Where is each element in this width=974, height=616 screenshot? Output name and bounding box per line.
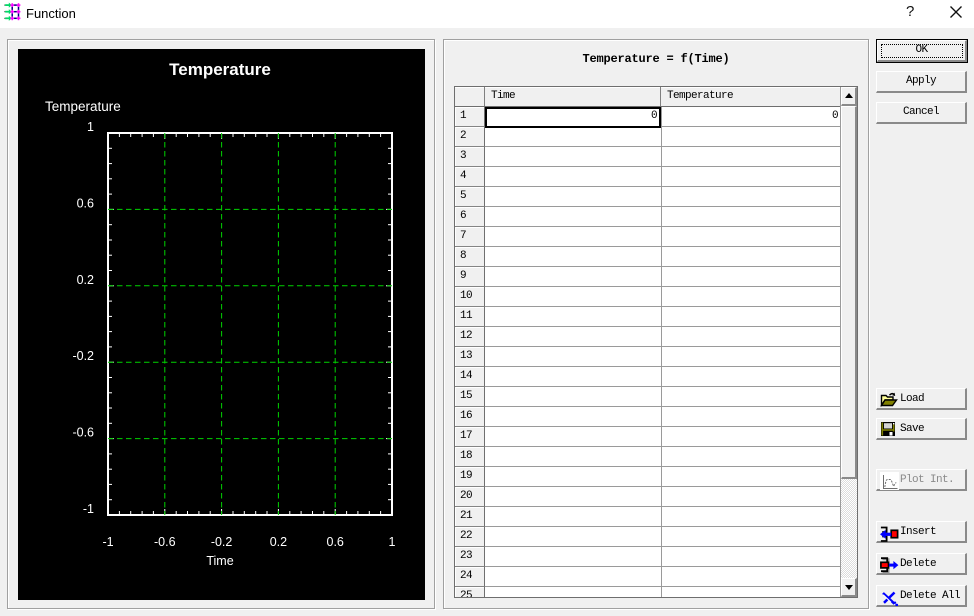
svg-text:0.2: 0.2 bbox=[270, 535, 287, 549]
svg-text:-0.2: -0.2 bbox=[211, 535, 233, 549]
svg-text:-1: -1 bbox=[83, 502, 94, 516]
svg-text:-0.6: -0.6 bbox=[72, 426, 94, 440]
svg-text:0.6: 0.6 bbox=[327, 535, 344, 549]
svg-text:0.6: 0.6 bbox=[77, 196, 94, 210]
svg-text:Temperature: Temperature bbox=[45, 99, 121, 114]
svg-text:1: 1 bbox=[87, 120, 94, 134]
svg-text:Time: Time bbox=[206, 554, 233, 568]
svg-text:1: 1 bbox=[389, 535, 396, 549]
svg-text:-0.2: -0.2 bbox=[72, 349, 94, 363]
svg-text:-1: -1 bbox=[102, 535, 113, 549]
svg-text:Temperature: Temperature bbox=[169, 60, 271, 79]
svg-text:0.2: 0.2 bbox=[77, 273, 94, 287]
svg-text:-0.6: -0.6 bbox=[154, 535, 176, 549]
